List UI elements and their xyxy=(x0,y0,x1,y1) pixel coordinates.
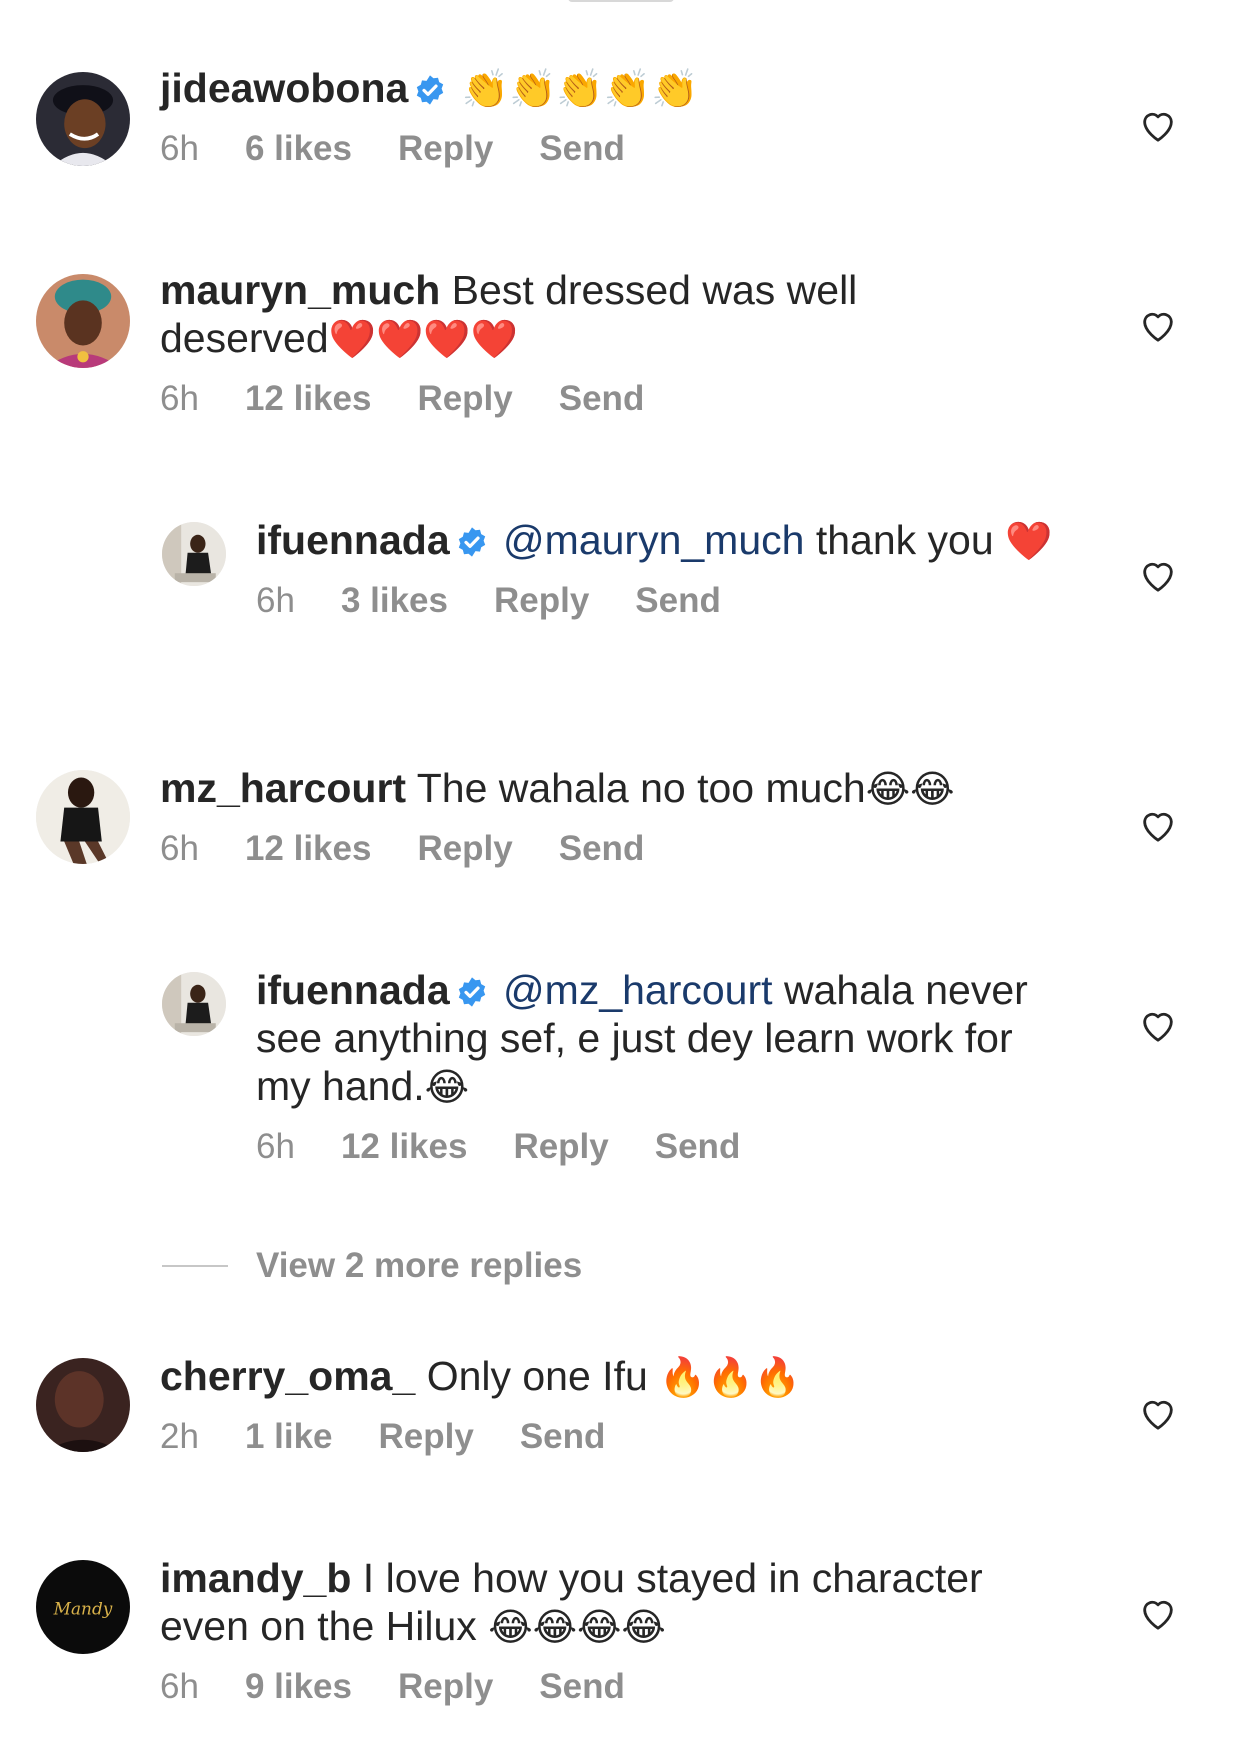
comment-time: 6h xyxy=(256,1127,295,1166)
send-button[interactable]: Send xyxy=(559,829,645,869)
avatar-man-cap xyxy=(36,72,130,166)
comment-emoji: 🔥🔥🔥 xyxy=(659,1355,802,1399)
comment-username[interactable]: mz_harcourt xyxy=(160,765,406,811)
comment-username[interactable]: jideawobona xyxy=(160,65,408,111)
avatar[interactable] xyxy=(162,972,226,1036)
mention-link[interactable]: @mauryn_much xyxy=(503,517,804,563)
avatar[interactable] xyxy=(36,72,130,166)
avatar[interactable]: Mandy xyxy=(36,1560,130,1654)
comment-username[interactable]: imandy_b xyxy=(160,1555,351,1601)
avatar[interactable] xyxy=(162,522,226,586)
like-heart-icon[interactable] xyxy=(1138,306,1178,346)
reply-button[interactable]: Reply xyxy=(513,1127,608,1167)
comment-emoji: ❤️ xyxy=(1005,519,1053,563)
comment-time: 6h xyxy=(160,129,199,168)
comment-emoji: 😂😂😂😂 xyxy=(488,1605,666,1649)
avatar-woman-room xyxy=(162,972,226,1036)
comment-text: thank you xyxy=(815,517,994,563)
like-heart-icon[interactable] xyxy=(1138,1006,1178,1046)
like-heart-icon[interactable] xyxy=(1138,1594,1178,1634)
comment-likes-link[interactable]: 9 likes xyxy=(245,1667,352,1707)
verified-badge-icon xyxy=(456,526,488,558)
comment-username[interactable]: cherry_oma_ xyxy=(160,1353,415,1399)
reply-button[interactable]: Reply xyxy=(398,1667,493,1707)
view-more-replies-button[interactable]: View 2 more replies xyxy=(162,1246,582,1286)
avatar-dark xyxy=(36,1358,130,1452)
comment-emoji: ❤️❤️❤️❤️ xyxy=(328,317,518,361)
comment-text: Only one Ifu xyxy=(426,1353,648,1399)
comment-emoji: 😂😂 xyxy=(865,767,955,811)
comment-username[interactable]: mauryn_much xyxy=(160,267,440,313)
avatar-woman-headwrap xyxy=(36,274,130,368)
comment-likes-link[interactable]: 12 likes xyxy=(341,1127,468,1167)
divider xyxy=(162,1265,228,1267)
reply-button[interactable]: Reply xyxy=(398,129,493,169)
comment-emoji: 😂 xyxy=(424,1065,470,1109)
verified-badge-icon xyxy=(456,976,488,1008)
send-button[interactable]: Send xyxy=(635,581,721,621)
send-button[interactable]: Send xyxy=(559,379,645,419)
comment-emoji: 👏👏👏👏👏 xyxy=(461,67,699,111)
comment-time: 6h xyxy=(160,379,199,418)
mention-link[interactable]: @mz_harcourt xyxy=(503,967,772,1013)
reply-button[interactable]: Reply xyxy=(417,829,512,869)
comment-likes-link[interactable]: 12 likes xyxy=(245,379,372,419)
comment-likes-link[interactable]: 1 like xyxy=(245,1417,333,1457)
comment-username[interactable]: ifuennada xyxy=(256,517,450,563)
avatar[interactable] xyxy=(36,274,130,368)
send-button[interactable]: Send xyxy=(655,1127,741,1167)
like-heart-icon[interactable] xyxy=(1138,106,1178,146)
avatar[interactable] xyxy=(36,1358,130,1452)
reply-button[interactable]: Reply xyxy=(379,1417,474,1457)
like-heart-icon[interactable] xyxy=(1138,556,1178,596)
svg-text:Mandy: Mandy xyxy=(53,1599,113,1619)
comment-likes-link[interactable]: 12 likes xyxy=(245,829,372,869)
avatar-woman-pose xyxy=(36,770,130,864)
like-heart-icon[interactable] xyxy=(1138,806,1178,846)
comment-time: 2h xyxy=(160,1417,199,1456)
avatar-mandy-logo: Mandy xyxy=(36,1560,130,1654)
comment-username[interactable]: ifuennada xyxy=(256,967,450,1013)
like-heart-icon[interactable] xyxy=(1138,1394,1178,1434)
comment-text: The wahala no too much xyxy=(416,765,866,811)
reply-button[interactable]: Reply xyxy=(417,379,512,419)
send-button[interactable]: Send xyxy=(539,1667,625,1707)
comment-time: 6h xyxy=(160,1667,199,1706)
avatar[interactable] xyxy=(36,770,130,864)
comment-likes-link[interactable]: 6 likes xyxy=(245,129,352,169)
send-button[interactable]: Send xyxy=(539,129,625,169)
comment-likes-link[interactable]: 3 likes xyxy=(341,581,448,621)
sheet-grabber[interactable] xyxy=(568,0,674,2)
view-more-replies-label: View 2 more replies xyxy=(256,1246,583,1285)
avatar-woman-room xyxy=(162,522,226,586)
verified-badge-icon xyxy=(414,74,446,106)
reply-button[interactable]: Reply xyxy=(494,581,589,621)
comment-time: 6h xyxy=(256,581,295,620)
comment-time: 6h xyxy=(160,829,199,868)
send-button[interactable]: Send xyxy=(520,1417,606,1457)
